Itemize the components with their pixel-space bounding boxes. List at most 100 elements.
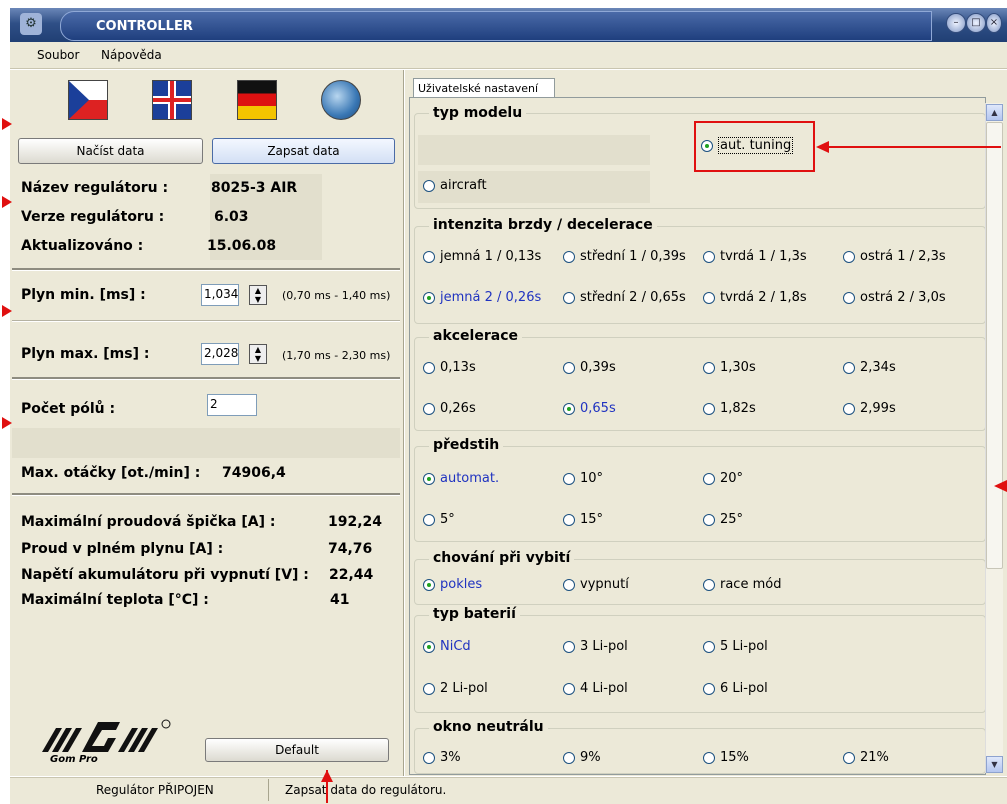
radio-brake-medium2[interactable]: střední 2 / 0,65s [563,290,686,305]
radio-brake-sharp1[interactable]: ostrá 1 / 2,3s [843,249,946,264]
group-title-timing: předstih [429,437,504,453]
minimize-icon[interactable]: – [946,13,966,33]
radio-neutral-15[interactable]: 15% [703,750,749,765]
radio-timing-15[interactable]: 15° [563,512,603,527]
radio-brake-medium1[interactable]: střední 1 / 0,39s [563,249,686,264]
model-shade [418,135,650,165]
radio-dot [563,472,575,485]
status-connection: Regulátor PŘIPOJEN [96,783,214,797]
radio-label: 3% [440,750,461,765]
poles-label: Počet pólů : [21,401,116,417]
annotation-arrow-head [321,770,333,782]
radio-timing-5[interactable]: 5° [423,512,455,527]
radio-label: střední 2 / 0,65s [580,290,686,305]
write-data-button[interactable]: Zapsat data [212,138,395,164]
radio-dot [423,250,435,263]
maximize-icon[interactable]: □ [966,13,986,33]
radio-accel-234[interactable]: 2,34s [843,360,896,375]
scroll-down-icon[interactable]: ▼ [986,756,1003,773]
radio-brake-soft2[interactable]: jemná 2 / 0,26s [423,290,541,305]
radio-neutral-21[interactable]: 21% [843,750,889,765]
radio-cutoff-off[interactable]: vypnutí [563,577,629,592]
annotation-arrow-head [2,118,12,130]
radio-label: 2 Li-pol [440,681,488,696]
radio-label: 6 Li-pol [720,681,768,696]
radio-brake-hard1[interactable]: tvrdá 1 / 1,3s [703,249,807,264]
radio-battery-2lipol[interactable]: 2 Li-pol [423,681,488,696]
radio-accel-182[interactable]: 1,82s [703,401,756,416]
group-title-acceleration: akcelerace [429,328,522,344]
radio-dot [563,640,575,653]
radio-cutoff-race[interactable]: race mód [703,577,781,592]
load-data-button[interactable]: Načíst data [18,138,203,164]
radio-dot [703,402,715,415]
max-temp-label: Maximální teplota [°C] : [21,592,209,608]
radio-battery-4lipol[interactable]: 4 Li-pol [563,681,628,696]
radio-neutral-9[interactable]: 9% [563,750,601,765]
radio-label: vypnutí [580,577,629,592]
radio-accel-013[interactable]: 0,13s [423,360,476,375]
radio-label: 20° [720,471,744,486]
throttle-max-input[interactable]: 2,028 [201,343,239,365]
default-button[interactable]: Default [205,738,389,762]
radio-cutoff-decline[interactable]: pokles [423,577,482,592]
throttle-min-label: Plyn min. [ms] : [21,287,146,303]
menu-file[interactable]: Soubor [37,48,79,62]
radio-accel-130[interactable]: 1,30s [703,360,756,375]
close-icon[interactable]: × [986,13,1002,33]
radio-accel-299[interactable]: 2,99s [843,401,896,416]
radio-battery-5lipol[interactable]: 5 Li-pol [703,639,768,654]
highlight-box [694,121,815,172]
annotation-arrow-head [816,141,829,153]
flag-german-icon[interactable] [237,80,277,120]
radio-label: 21% [860,750,889,765]
flag-czech-icon[interactable] [68,80,108,120]
throttle-max-spinner[interactable]: ▲ ▼ [249,344,267,364]
cutoff-voltage-label: Napětí akumulátoru při vypnutí [V] : [21,567,309,583]
status-divider [268,779,269,801]
radio-dot [703,513,715,526]
radio-timing-auto[interactable]: automat. [423,471,499,486]
radio-neutral-3[interactable]: 3% [423,750,461,765]
radio-label: pokles [440,577,483,592]
annotation-arrow-head [2,305,12,317]
radio-accel-065[interactable]: 0,65s [563,401,616,416]
globe-icon[interactable] [321,80,361,120]
scroll-thumb[interactable] [986,122,1003,569]
radio-brake-soft1[interactable]: jemná 1 / 0,13s [423,249,541,264]
radio-timing-20[interactable]: 20° [703,471,743,486]
status-message: Zapsat data do regulátoru. [285,783,447,797]
radio-timing-25[interactable]: 25° [703,512,743,527]
controller-name-label: Název regulátoru : [21,180,169,196]
radio-timing-10[interactable]: 10° [563,471,603,486]
scroll-up-icon[interactable]: ▲ [986,104,1003,121]
peak-current-label: Maximální proudová špička [A] : [21,514,276,530]
annotation-arrow-head [994,480,1007,492]
poles-input[interactable]: 2 [207,394,257,416]
radio-label: NiCd [440,639,471,654]
radio-label: tvrdá 2 / 1,8s [720,290,807,305]
menu-help[interactable]: Nápověda [101,48,162,62]
radio-brake-hard2[interactable]: tvrdá 2 / 1,8s [703,290,807,305]
throttle-max-range: (1,70 ms - 2,30 ms) [282,349,391,362]
radio-battery-nicd[interactable]: NiCd [423,639,471,654]
radio-dot [423,640,435,653]
radio-label: 1,30s [720,360,756,375]
radio-dot [843,402,855,415]
radio-label: 2,34s [860,360,896,375]
radio-battery-6lipol[interactable]: 6 Li-pol [703,681,768,696]
radio-label: 5 Li-pol [720,639,768,654]
radio-accel-026[interactable]: 0,26s [423,401,476,416]
throttle-min-input[interactable]: 1,034 [201,284,239,306]
radio-label: 9% [580,750,601,765]
flag-uk-icon[interactable] [152,80,192,120]
throttle-min-spinner[interactable]: ▲ ▼ [249,285,267,305]
radio-aircraft[interactable]: aircraft [423,178,487,193]
radio-label: 15° [580,512,604,527]
group-title-cutoff: chování při vybití [429,550,575,566]
radio-battery-3lipol[interactable]: 3 Li-pol [563,639,628,654]
radio-brake-sharp2[interactable]: ostrá 2 / 3,0s [843,290,946,305]
tab-user-settings[interactable]: Uživatelské nastavení [413,78,555,97]
radio-accel-039[interactable]: 0,39s [563,360,616,375]
radio-label: automat. [440,471,500,486]
